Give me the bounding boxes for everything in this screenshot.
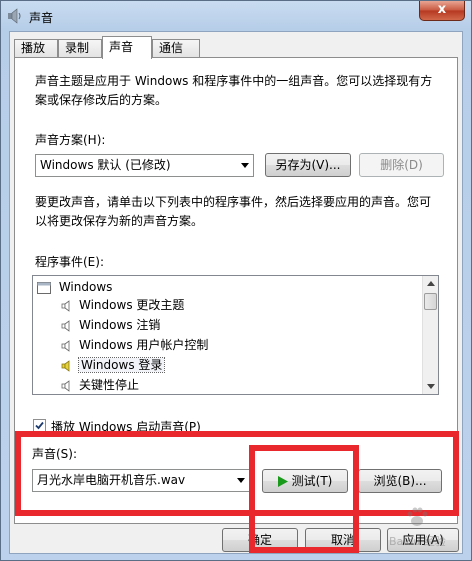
list-item-label: Windows 注销 [79, 318, 161, 332]
scheme-label: 声音方案(H): [35, 133, 106, 147]
close-icon: x [437, 2, 447, 17]
speaker-app-icon [8, 8, 21, 24]
speaker-active-icon [61, 359, 70, 372]
save-as-button[interactable]: 另存为(V)... [265, 153, 351, 177]
list-item[interactable]: Windows 用户帐户控制 [61, 336, 208, 354]
list-item[interactable]: Windows 注销 [61, 316, 160, 334]
title-bar[interactable]: 声音 x [1, 1, 471, 31]
watermark: Baidu 经验 [351, 501, 471, 556]
sound-selected-value: 月光水岸电脑开机音乐.wav [37, 473, 186, 487]
list-item[interactable]: 关键性停止 [61, 376, 139, 394]
test-button-label: 测试(T) [291, 474, 333, 488]
list-item-label: Windows 用户帐户控制 [79, 338, 209, 352]
sound-file-dropdown[interactable]: 月光水岸电脑开机音乐.wav [32, 469, 250, 492]
scroll-up-icon[interactable] [427, 281, 435, 286]
sound-label: 声音(S): [32, 447, 78, 461]
tab-communications[interactable]: 通信 [152, 39, 200, 58]
scheme-selected-value: Windows 默认 (已修改) [40, 158, 171, 172]
speaker-icon [61, 379, 70, 392]
program-events-list[interactable]: Windows Windows 更改主题 Windows 注销 Windows [32, 275, 439, 395]
intro-text-line1: 声音主题是应用于 Windows 和程序事件中的一组声音。您可以选择现有方 [35, 74, 433, 88]
list-item-label: 关键性停止 [79, 378, 140, 392]
list-item[interactable]: Windows 更改主题 [61, 296, 184, 314]
watermark-text: Baidu 经验 [389, 535, 446, 548]
ok-button[interactable]: 确定 [222, 528, 298, 552]
change-hint-line1: 要更改声音，请单击以下列表中的程序事件，然后选择要应用的声音。您可 [35, 195, 432, 209]
browse-button[interactable]: 浏览(B)... [358, 469, 442, 493]
scroll-down-icon[interactable] [427, 384, 435, 389]
chevron-down-icon [241, 163, 249, 168]
close-button[interactable]: x [419, 1, 465, 21]
startup-sound-label[interactable]: 播放 Windows 启动声音(P) [51, 418, 201, 435]
test-button[interactable]: 测试(T) [262, 469, 348, 493]
scroll-thumb[interactable] [424, 293, 437, 310]
dialog-client: 播放 录制 声音 通信 声音主题是应用于 Windows 和程序事件中的一组声音… [9, 31, 463, 554]
play-icon [277, 476, 288, 487]
vertical-scrollbar[interactable] [422, 276, 438, 394]
startup-sound-checkbox[interactable] [33, 419, 46, 432]
checkmark-icon [35, 421, 44, 430]
list-item-selected[interactable]: Windows 登录 [61, 356, 166, 374]
tree-root-label: Windows [58, 280, 113, 294]
window-title: 声音 [29, 11, 54, 25]
tab-playback[interactable]: 播放 [14, 39, 58, 58]
events-label: 程序事件(E): [35, 255, 104, 269]
scheme-dropdown[interactable]: Windows 默认 (已修改) [35, 154, 254, 177]
intro-text-line2: 案或保存修改后的方案。 [35, 93, 168, 107]
chevron-down-icon [237, 478, 245, 483]
tab-sounds[interactable]: 声音 [102, 36, 152, 59]
list-item-label: Windows 更改主题 [79, 298, 185, 312]
speaker-icon [61, 299, 70, 312]
paw-logo-icon [407, 507, 428, 526]
delete-button[interactable]: 删除(D) [359, 153, 444, 177]
speaker-icon [61, 319, 70, 332]
speaker-icon [61, 339, 70, 352]
sound-dialog: 声音 x 播放 录制 声音 通信 声音主题是应用于 Windows 和程序事件中… [0, 0, 472, 561]
tab-recording[interactable]: 录制 [58, 39, 102, 58]
list-item-label: Windows 登录 [77, 357, 166, 373]
window-icon [37, 281, 51, 294]
change-hint-line2: 以将更改保存为新的声音方案。 [35, 214, 204, 228]
tree-root-windows[interactable]: Windows [37, 278, 112, 296]
